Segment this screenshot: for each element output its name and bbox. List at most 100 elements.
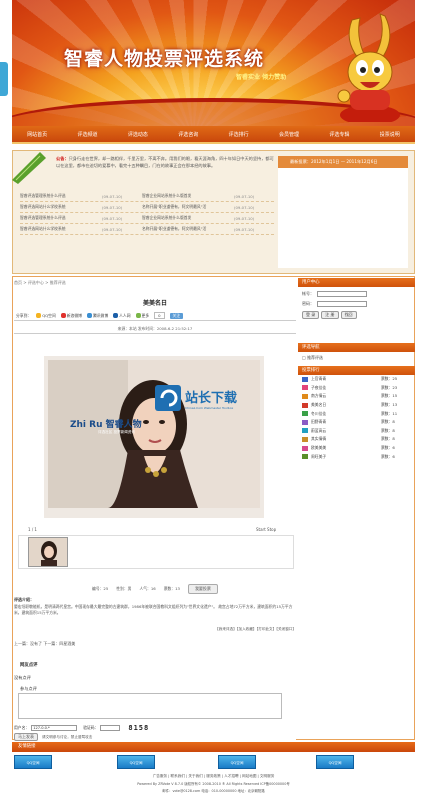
slideshow-control[interactable]: Start Stop — [256, 527, 276, 532]
prev-next-links[interactable]: 上一篇：没有了 下一篇：四星酒美 — [14, 641, 75, 647]
login-panel: 帐号： 密码： 登 录 注 册 找回 — [298, 287, 415, 343]
rank-avatar-icon — [302, 419, 308, 425]
rank-name: 其实倩倩 — [311, 436, 327, 442]
rank-name: 上官青青 — [311, 376, 327, 382]
rank-item[interactable]: 美美名日 票数：13 — [298, 401, 415, 410]
main-nav: 网站首页 评选频道 评选动态 评选咨询 评选排行 会员管理 评选专辑 投票说明 — [12, 126, 415, 144]
submit-comment-button[interactable]: 马上发表 — [14, 733, 38, 741]
rank-name: 蔚蓝高云 — [311, 427, 327, 433]
nav-item-consult[interactable]: 评选咨询 — [178, 131, 198, 138]
follow-button[interactable]: 关注 — [169, 312, 184, 319]
comment-textarea[interactable] — [18, 693, 282, 719]
friend-link[interactable]: QQ空间 — [14, 755, 52, 769]
rank-item[interactable]: 欧美美美 票数：6 — [298, 444, 415, 453]
friend-link[interactable]: QQ空间 — [316, 755, 354, 769]
news-link[interactable]: 智睿企业网站系统什么版首发 — [142, 193, 234, 199]
recover-button[interactable]: 找回 — [340, 311, 357, 319]
captcha-label: 验证码： — [83, 725, 99, 730]
share-renren[interactable]: 人人网 — [113, 313, 131, 319]
news-link[interactable]: 智睿评选管理系统什么评选 — [20, 215, 102, 221]
thumbnail-image — [29, 538, 67, 566]
username-input[interactable]: 127.0.0.* — [31, 725, 78, 731]
renren-icon — [113, 313, 119, 318]
thumbnail[interactable] — [28, 537, 68, 567]
rank-item[interactable]: 子夜佳佳 票数：23 — [298, 384, 415, 393]
slide-counter: 1 / 1 — [28, 527, 37, 532]
no-review-text: 没有点评 — [14, 675, 31, 680]
news-link[interactable]: 智睿企业网站系统什么版首发 — [142, 215, 234, 221]
page-title: 美美名日 — [142, 300, 167, 307]
password-input[interactable] — [317, 301, 367, 307]
rank-votes: 票数：8 — [381, 419, 395, 425]
rank-avatar-icon — [302, 454, 308, 460]
category-item-label: 推荐评选 — [307, 355, 324, 360]
captcha-input[interactable] — [100, 725, 121, 731]
nav-item-ranking[interactable]: 评选排行 — [229, 131, 249, 138]
vote-stats: 编号：25 性别：男 人气：16 票数：13 我要投票 — [14, 584, 296, 594]
rank-item[interactable]: 冬川佳佳 票数：11 — [298, 409, 415, 418]
category-item-recommended[interactable]: □ 推荐评选 — [302, 355, 323, 360]
nav-item-home[interactable]: 网站首页 — [27, 131, 47, 138]
news-date: (09-07-10) — [102, 204, 123, 210]
nav-item-help[interactable]: 投票说明 — [380, 131, 400, 138]
rank-avatar-icon — [302, 428, 308, 434]
stat-gender: 性别：男 — [116, 586, 132, 591]
nav-item-members[interactable]: 会员管理 — [279, 131, 299, 138]
login-header: 用户中心 — [298, 278, 415, 287]
more-icon — [135, 313, 141, 318]
list-item: 智睿评选网站什么学校系统 (09-07-10) 名称开展"职业道德有，阿文明最风"… — [20, 224, 274, 235]
rank-votes: 票数：6 — [381, 453, 395, 459]
rank-item[interactable]: 田野青青 票数：8 — [298, 418, 415, 427]
nav-item-albums[interactable]: 评选专辑 — [329, 131, 349, 138]
share-count: 0 — [154, 312, 165, 319]
news-link[interactable]: 智睿评选管理系统什么评选 — [20, 193, 102, 199]
rank-avatar-icon — [302, 402, 308, 408]
rank-name: 冬川佳佳 — [311, 410, 327, 416]
intro-label: 评选介绍： — [14, 597, 34, 602]
rank-votes: 票数：23 — [381, 384, 398, 390]
rank-item[interactable]: 周旺美子 票数：6 — [298, 452, 415, 461]
news-date: (09-07-10) — [234, 215, 255, 221]
rank-name: 田野青青 — [311, 419, 327, 425]
captcha-image[interactable]: 8158 — [128, 724, 149, 732]
news-date: (09-07-10) — [234, 204, 255, 210]
account-label: 帐号： — [302, 291, 314, 296]
rank-item[interactable]: 上官青青 票数：25 — [298, 375, 415, 384]
review-title: 网友点评 — [20, 663, 38, 668]
rank-votes: 票数：6 — [381, 445, 395, 451]
news-link[interactable]: 名称开展"职业道德有，阿文明最风"活 — [142, 204, 234, 210]
site-title: 智睿人物投票评选系统 — [64, 48, 265, 70]
register-button[interactable]: 注 册 — [321, 311, 339, 319]
vote-button[interactable]: 我要投票 — [187, 584, 218, 594]
account-input[interactable] — [317, 291, 367, 297]
rank-item[interactable]: 其实倩倩 票数：8 — [298, 435, 415, 444]
news-link[interactable]: 智睿评选网站什么学校系统 — [20, 226, 102, 232]
rank-item[interactable]: 蔚蓝高云 票数：8 — [298, 427, 415, 436]
footer-contact: 邮件：vote@0128.com 电话：010-00000000 地址：北京朝阳… — [162, 789, 265, 793]
username-label: 用户名： — [14, 725, 30, 730]
share-weibo[interactable]: 新浪微博 — [60, 313, 82, 319]
notice-label: 公告： — [56, 156, 69, 161]
share-qzone[interactable]: QQ空间 — [36, 313, 56, 319]
share-tencent[interactable]: 腾讯微博 — [86, 313, 108, 319]
footer-links[interactable]: 广告服务 | 联系我们 | 关于我们 | 服务政策 | 人才招聘 | 网站地图 … — [12, 774, 415, 779]
nav-item-news[interactable]: 评选动态 — [128, 131, 148, 138]
friend-link[interactable]: QQ空间 — [218, 755, 256, 769]
rank-avatar-icon — [302, 445, 308, 451]
news-date: (09-07-10) — [102, 215, 123, 221]
list-item: 智睿评选网站什么学校系统 (09-07-10) 名称开展"职业道德有，阿文明最风"… — [20, 202, 274, 213]
news-link[interactable]: 名称开展"职业道德有，阿文明最风"活 — [142, 226, 234, 232]
friend-link[interactable]: QQ空间 — [117, 755, 155, 769]
login-button[interactable]: 登 录 — [302, 311, 320, 319]
rank-name: 南方倩云 — [311, 393, 327, 399]
news-link[interactable]: 智睿评选网站什么学校系统 — [20, 204, 102, 210]
rank-name: 子夜佳佳 — [311, 384, 327, 390]
intro-actions[interactable]: 【我来评选】【加入收藏】【打印此文】【关闭窗口】 — [150, 627, 296, 632]
share-more[interactable]: 更多 — [135, 313, 149, 319]
contestant-photo[interactable] — [48, 360, 260, 508]
nav-item-channel[interactable]: 评选频道 — [78, 131, 98, 138]
side-float-tab[interactable] — [0, 62, 8, 96]
breadcrumb[interactable]: 首页 > 评选中心 > 推荐评选 — [14, 280, 66, 286]
rank-item[interactable]: 南方倩云 票数：15 — [298, 392, 415, 401]
rank-avatar-icon — [302, 376, 308, 382]
